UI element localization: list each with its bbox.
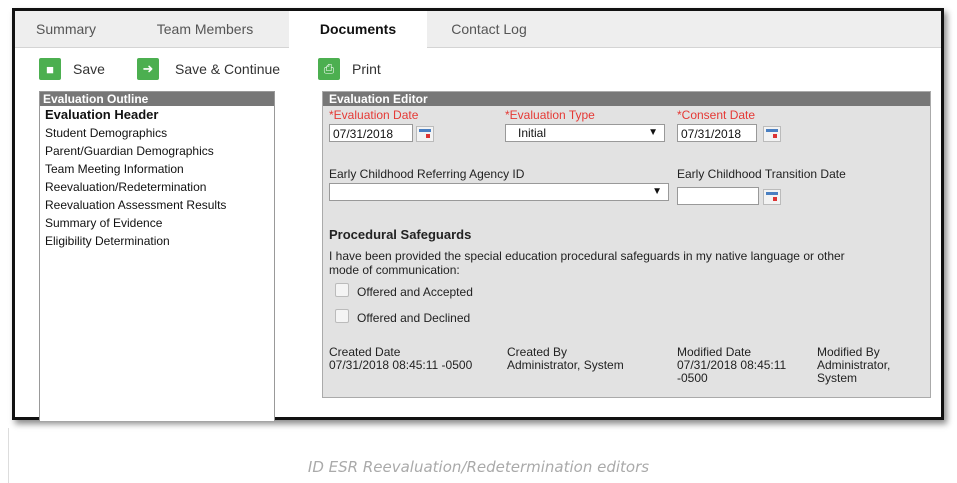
- outline-item-eligibility-determination[interactable]: Eligibility Determination: [40, 232, 274, 250]
- offered-declined-checkbox[interactable]: [335, 309, 349, 323]
- toolbar: ■ Save ➜ Save & Continue ⎙ Print: [15, 55, 941, 85]
- save-continue-label: Save & Continue: [175, 61, 281, 77]
- tab-contact-log[interactable]: Contact Log: [439, 11, 539, 47]
- safeguards-heading: Procedural Safeguards: [329, 227, 472, 242]
- save-label: Save: [73, 61, 105, 77]
- transition-date-label: Early Childhood Transition Date: [677, 167, 846, 181]
- consent-date-label: *Consent Date: [677, 108, 756, 122]
- referring-agency-label: Early Childhood Referring Agency ID: [329, 167, 525, 181]
- calendar-icon[interactable]: [763, 126, 781, 142]
- editor-title: Evaluation Editor: [323, 92, 930, 106]
- outline-item-student-demographics[interactable]: Student Demographics: [40, 124, 274, 142]
- consent-date-input[interactable]: 07/31/2018: [677, 124, 757, 142]
- save-button[interactable]: ■ Save: [39, 55, 105, 83]
- modified-by-label: Modified By: [817, 345, 880, 359]
- offered-accepted-label: Offered and Accepted: [357, 285, 473, 299]
- evaluation-type-label: *Evaluation Type: [505, 108, 595, 122]
- calendar-icon[interactable]: [416, 126, 434, 142]
- dropdown-arrow-icon: ▼: [652, 186, 662, 197]
- outline-item-parent-guardian-demographics[interactable]: Parent/Guardian Demographics: [40, 142, 274, 160]
- print-icon: ⎙: [318, 58, 340, 80]
- tab-bar: Summary Team Members Documents Contact L…: [15, 11, 941, 48]
- created-by-label: Created By: [507, 345, 568, 359]
- created-date-value: 07/31/2018 08:45:11 -0500: [329, 358, 473, 372]
- created-by-value: Administrator, System: [507, 358, 624, 372]
- tab-summary[interactable]: Summary: [29, 11, 103, 47]
- offered-declined-label: Offered and Declined: [357, 311, 471, 325]
- outline-item-summary-of-evidence[interactable]: Summary of Evidence: [40, 214, 274, 232]
- safeguards-text-line-2: mode of communication:: [329, 263, 460, 277]
- calendar-icon[interactable]: [763, 189, 781, 205]
- outline-item-reevaluation-assessment-results[interactable]: Reevaluation Assessment Results: [40, 196, 274, 214]
- modified-by-value-line-2: System: [817, 371, 858, 385]
- evaluation-type-select[interactable]: Initial ▼: [505, 124, 665, 142]
- evaluation-type-value: Initial: [518, 126, 547, 140]
- modified-date-value-line-2: -0500: [677, 371, 708, 385]
- evaluation-date-label: *Evaluation Date: [329, 108, 419, 122]
- screenshot-frame: Summary Team Members Documents Contact L…: [12, 8, 944, 421]
- offered-accepted-checkbox[interactable]: [335, 283, 349, 297]
- print-button[interactable]: ⎙ Print: [318, 55, 381, 83]
- outline-title: Evaluation Outline: [40, 92, 274, 106]
- safeguards-text-line-1: I have been provided the special educati…: [329, 249, 845, 263]
- tab-team-members[interactable]: Team Members: [145, 11, 265, 47]
- arrow-right-icon: ➜: [137, 58, 159, 80]
- evaluation-editor: Evaluation Editor *Evaluation Date 07/31…: [322, 91, 931, 398]
- modified-date-value-line-1: 07/31/2018 08:45:11: [677, 358, 787, 372]
- outline-item-team-meeting-information[interactable]: Team Meeting Information: [40, 160, 274, 178]
- outline-item-reevaluation-redetermination[interactable]: Reevaluation/Redetermination: [40, 178, 274, 196]
- evaluation-date-input[interactable]: 07/31/2018: [329, 124, 413, 142]
- figure-caption: ID ESR Reevaluation/Redetermination edit…: [307, 458, 650, 476]
- modified-date-label: Modified Date: [677, 345, 752, 359]
- transition-date-input[interactable]: [677, 187, 759, 205]
- save-icon: ■: [39, 58, 61, 80]
- tab-documents[interactable]: Documents: [289, 11, 427, 48]
- referring-agency-select[interactable]: ▼: [329, 183, 669, 201]
- dropdown-arrow-icon: ▼: [648, 127, 658, 138]
- modified-by-value-line-1: Administrator,: [817, 358, 891, 372]
- created-date-label: Created Date: [329, 345, 401, 359]
- save-continue-button[interactable]: ➜ Save & Continue: [137, 55, 280, 83]
- outline-item-evaluation-header[interactable]: Evaluation Header: [40, 106, 274, 124]
- print-label: Print: [352, 61, 381, 77]
- evaluation-outline: Evaluation Outline Evaluation Header Stu…: [39, 91, 275, 421]
